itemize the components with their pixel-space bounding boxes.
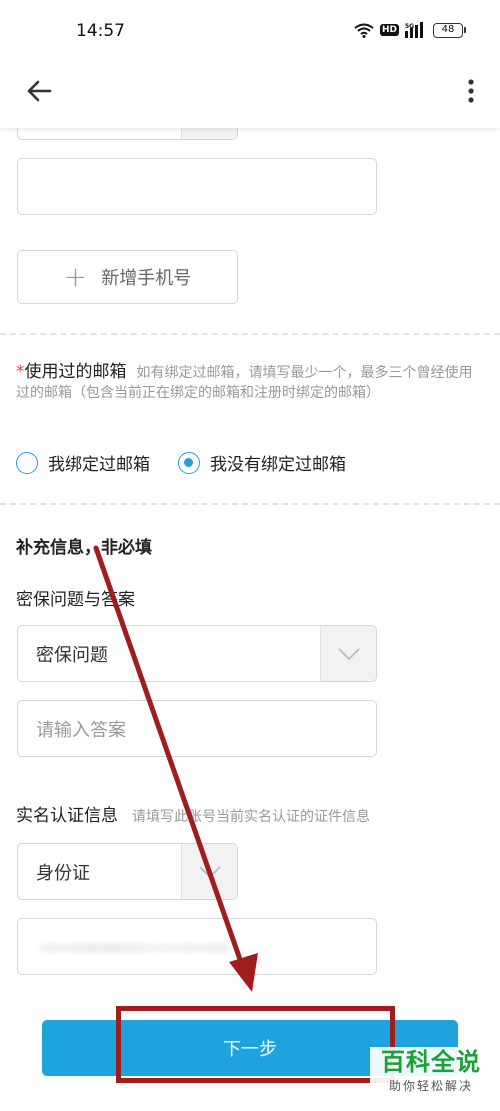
select-arrow-area bbox=[181, 128, 237, 139]
arrow-left-icon[interactable] bbox=[22, 74, 56, 108]
chevron-down-icon bbox=[337, 647, 360, 660]
watermark-title: 百科全说 bbox=[381, 1048, 481, 1076]
required-mark: * bbox=[16, 362, 25, 382]
battery-level: 48 bbox=[433, 22, 463, 38]
wifi-icon bbox=[354, 23, 374, 38]
id-number-input[interactable] bbox=[17, 918, 377, 975]
watermark-logo: 百科全说 助你轻松解决 bbox=[370, 1047, 492, 1107]
status-bar: 14:57 HD 5G 48 bbox=[0, 0, 500, 60]
radio-label: 我绑定过邮箱 bbox=[48, 455, 150, 475]
battery-icon: 48 bbox=[433, 22, 466, 38]
divider bbox=[0, 333, 500, 335]
more-vertical-icon[interactable] bbox=[464, 74, 478, 108]
signal-icon: 5G bbox=[405, 22, 423, 38]
phone-select-field[interactable] bbox=[17, 128, 238, 140]
hd-badge: HD bbox=[379, 24, 399, 36]
id-type-select[interactable]: 身份证 bbox=[17, 843, 238, 900]
radio-circle-icon[interactable] bbox=[16, 451, 38, 474]
email-label: *使用过的邮箱 如有绑定过邮箱，请填写最少一个，最多三个曾经使用过的邮箱（包含当前… bbox=[16, 362, 486, 403]
radio-checked-icon[interactable] bbox=[178, 451, 200, 474]
status-time: 14:57 bbox=[76, 21, 125, 41]
form-content: + 新增手机号 *使用过的邮箱 如有绑定过邮箱，请填写最少一个，最多三个曾经使用过… bbox=[0, 128, 500, 1111]
blurred-id-number bbox=[40, 943, 230, 953]
add-phone-button[interactable]: + 新增手机号 bbox=[17, 250, 238, 304]
status-icons: HD 5G 48 bbox=[354, 22, 466, 38]
plus-icon: + bbox=[63, 260, 88, 293]
select-arrow-area bbox=[181, 844, 237, 899]
security-question-label: 密保问题与答案 bbox=[16, 590, 135, 610]
select-value: 身份证 bbox=[36, 862, 90, 884]
select-arrow-area bbox=[320, 626, 376, 681]
email-label-title: 使用过的邮箱 bbox=[24, 362, 127, 382]
radio-no-email[interactable]: 我没有绑定过邮箱 bbox=[178, 450, 346, 475]
realname-label: 实名认证信息 请填写此账号当前实名认证的证件信息 bbox=[16, 801, 370, 826]
chevron-down-icon bbox=[198, 865, 221, 878]
realname-title: 实名认证信息 bbox=[16, 806, 118, 826]
select-value: 密保问题 bbox=[36, 644, 108, 666]
add-phone-label: 新增手机号 bbox=[101, 268, 192, 289]
answer-input[interactable]: 请输入答案 bbox=[17, 700, 377, 757]
security-question-select[interactable]: 密保问题 bbox=[17, 625, 377, 682]
supplement-title: 补充信息，非必填 bbox=[16, 538, 152, 558]
email-radio-group: 我绑定过邮箱 我没有绑定过邮箱 bbox=[16, 450, 374, 475]
radio-has-email[interactable]: 我绑定过邮箱 bbox=[16, 450, 150, 475]
divider bbox=[0, 503, 500, 505]
nav-bar bbox=[0, 60, 500, 128]
watermark-subtitle: 助你轻松解决 bbox=[388, 1079, 473, 1093]
radio-label: 我没有绑定过邮箱 bbox=[210, 455, 346, 475]
realname-hint: 请填写此账号当前实名认证的证件信息 bbox=[132, 809, 370, 825]
answer-placeholder: 请输入答案 bbox=[36, 719, 126, 741]
phone-input-field[interactable] bbox=[17, 158, 377, 215]
